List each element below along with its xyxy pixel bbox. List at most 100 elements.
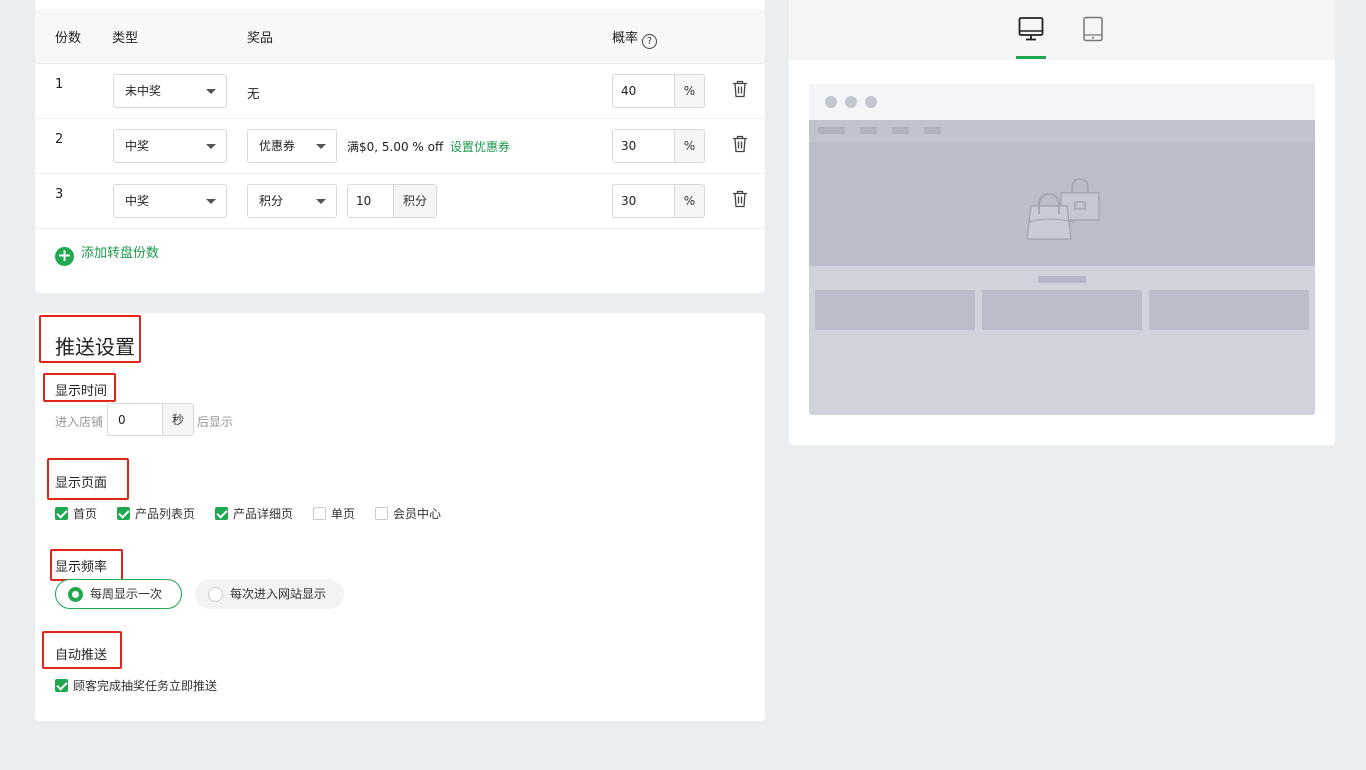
shopping-bags-icon — [1026, 178, 1100, 240]
trash-icon[interactable] — [732, 80, 748, 98]
add-segment-button[interactable]: + 添加转盘份数 — [55, 244, 160, 266]
frequency-radio-weekly[interactable]: 每周显示一次 — [55, 579, 182, 609]
browser-mockup — [809, 84, 1315, 415]
probability-input[interactable]: 30 % — [612, 129, 705, 163]
checkbox-unchecked-icon — [375, 507, 388, 520]
header-probability-label: 概率 — [612, 31, 639, 46]
header-probability: 概率? — [612, 27, 658, 49]
mock-product-tile — [815, 290, 975, 330]
display-time-label: 显示时间 — [55, 384, 108, 399]
probability-value: 30 — [621, 139, 637, 153]
display-time-prefix: 进入店铺 — [55, 415, 104, 429]
points-value: 10 — [356, 194, 372, 208]
prize-kind-select[interactable]: 积分 — [247, 184, 337, 218]
display-time-suffix: 后显示 — [197, 415, 234, 429]
mock-navbar — [809, 120, 1315, 142]
probability-value: 30 — [621, 194, 637, 208]
checkbox-label: 首页 — [73, 507, 98, 521]
table-row: 2 中奖 优惠券 满$0, 5.00 % off 设置优惠券 30 % — [35, 119, 765, 174]
section-title: 推送设置 — [55, 335, 135, 359]
browser-titlebar — [809, 84, 1315, 120]
page-checkbox-single-page[interactable]: 单页 — [313, 507, 355, 521]
active-tab-underline — [1016, 56, 1046, 59]
row-index: 3 — [55, 187, 64, 202]
radio-label: 每次进入网站显示 — [230, 587, 327, 601]
delay-seconds-value: 0 — [118, 413, 126, 427]
points-suffix: 积分 — [393, 185, 436, 217]
percent-suffix: % — [674, 130, 704, 162]
checkbox-unchecked-icon — [313, 507, 326, 520]
plus-circle-icon: + — [55, 247, 74, 266]
probability-input[interactable]: 30 % — [612, 184, 705, 218]
checkbox-label: 顾客完成抽奖任务立即推送 — [73, 679, 218, 693]
display-frequency-label: 显示频率 — [55, 560, 108, 575]
radio-selected-icon — [68, 587, 83, 602]
coupon-description: 满$0, 5.00 % off — [347, 140, 444, 154]
caret-down-icon — [316, 199, 326, 204]
add-segment-label: 添加转盘份数 — [81, 246, 160, 261]
seconds-suffix: 秒 — [162, 404, 193, 435]
mock-nav-item — [860, 127, 877, 134]
checkbox-label: 产品列表页 — [135, 507, 196, 521]
mock-nav-item — [924, 127, 941, 134]
prize-kind-select[interactable]: 优惠券 — [247, 129, 337, 163]
trash-icon[interactable] — [732, 190, 748, 208]
preview-card — [789, 0, 1335, 445]
header-prize: 奖品 — [247, 31, 274, 46]
table-row: 1 未中奖 无 40 % — [35, 64, 765, 119]
display-pages-label: 显示页面 — [55, 476, 108, 491]
checkbox-checked-icon — [55, 507, 68, 520]
table-header: 份数 类型 奖品 概率? — [35, 9, 765, 64]
window-dot-icon — [825, 96, 837, 108]
checkbox-checked-icon — [55, 679, 68, 692]
window-dot-icon — [865, 96, 877, 108]
window-dot-icon — [845, 96, 857, 108]
monitor-icon[interactable] — [1018, 16, 1044, 42]
trash-icon[interactable] — [732, 135, 748, 153]
caret-down-icon — [206, 144, 216, 149]
frequency-radio-every-visit[interactable]: 每次进入网站显示 — [195, 579, 344, 609]
prize-kind-value: 积分 — [259, 194, 284, 208]
header-index: 份数 — [55, 31, 82, 46]
header-type: 类型 — [112, 31, 139, 46]
checkbox-checked-icon — [215, 507, 228, 520]
type-select[interactable]: 未中奖 — [113, 74, 227, 108]
set-coupon-link[interactable]: 设置优惠券 — [450, 138, 510, 155]
checkbox-label: 会员中心 — [393, 507, 442, 521]
prize-kind-value: 优惠券 — [259, 139, 296, 153]
type-select[interactable]: 中奖 — [113, 184, 227, 218]
page-checkbox-product-detail[interactable]: 产品详细页 — [215, 507, 293, 521]
checkbox-label: 产品详细页 — [233, 507, 294, 521]
caret-down-icon — [316, 144, 326, 149]
mock-section-title — [1038, 276, 1086, 283]
points-input[interactable]: 10 积分 — [347, 184, 437, 218]
delay-seconds-input[interactable]: 0 秒 — [107, 403, 194, 436]
device-tabs — [789, 0, 1335, 60]
checkbox-label: 单页 — [331, 507, 356, 521]
prize-none-text: 无 — [247, 86, 260, 101]
checkbox-checked-icon — [117, 507, 130, 520]
page-checkbox-home[interactable]: 首页 — [55, 507, 97, 521]
mock-nav-item — [892, 127, 909, 134]
row-index: 2 — [55, 132, 64, 147]
auto-push-label: 自动推送 — [55, 648, 108, 663]
percent-suffix: % — [674, 75, 704, 107]
mock-logo — [818, 127, 845, 134]
auto-push-checkbox[interactable]: 顾客完成抽奖任务立即推送 — [55, 679, 217, 693]
caret-down-icon — [206, 199, 216, 204]
mock-product-tile — [1149, 290, 1309, 330]
tablet-icon[interactable] — [1080, 16, 1106, 42]
type-select-value: 中奖 — [125, 139, 150, 153]
row-index: 1 — [55, 77, 64, 92]
page-checkbox-member-center[interactable]: 会员中心 — [375, 507, 441, 521]
percent-suffix: % — [674, 185, 704, 217]
type-select[interactable]: 中奖 — [113, 129, 227, 163]
probability-input[interactable]: 40 % — [612, 74, 705, 108]
probability-value: 40 — [621, 84, 637, 98]
type-select-value: 未中奖 — [125, 84, 162, 98]
push-settings-card: 推送设置 显示时间 进入店铺 0 秒 后显示 显示页面 首页 产品列表页 产品详… — [35, 313, 765, 721]
help-icon[interactable]: ? — [642, 34, 658, 49]
page-checkbox-product-list[interactable]: 产品列表页 — [117, 507, 195, 521]
caret-down-icon — [206, 89, 216, 94]
radio-label: 每周显示一次 — [90, 587, 163, 601]
